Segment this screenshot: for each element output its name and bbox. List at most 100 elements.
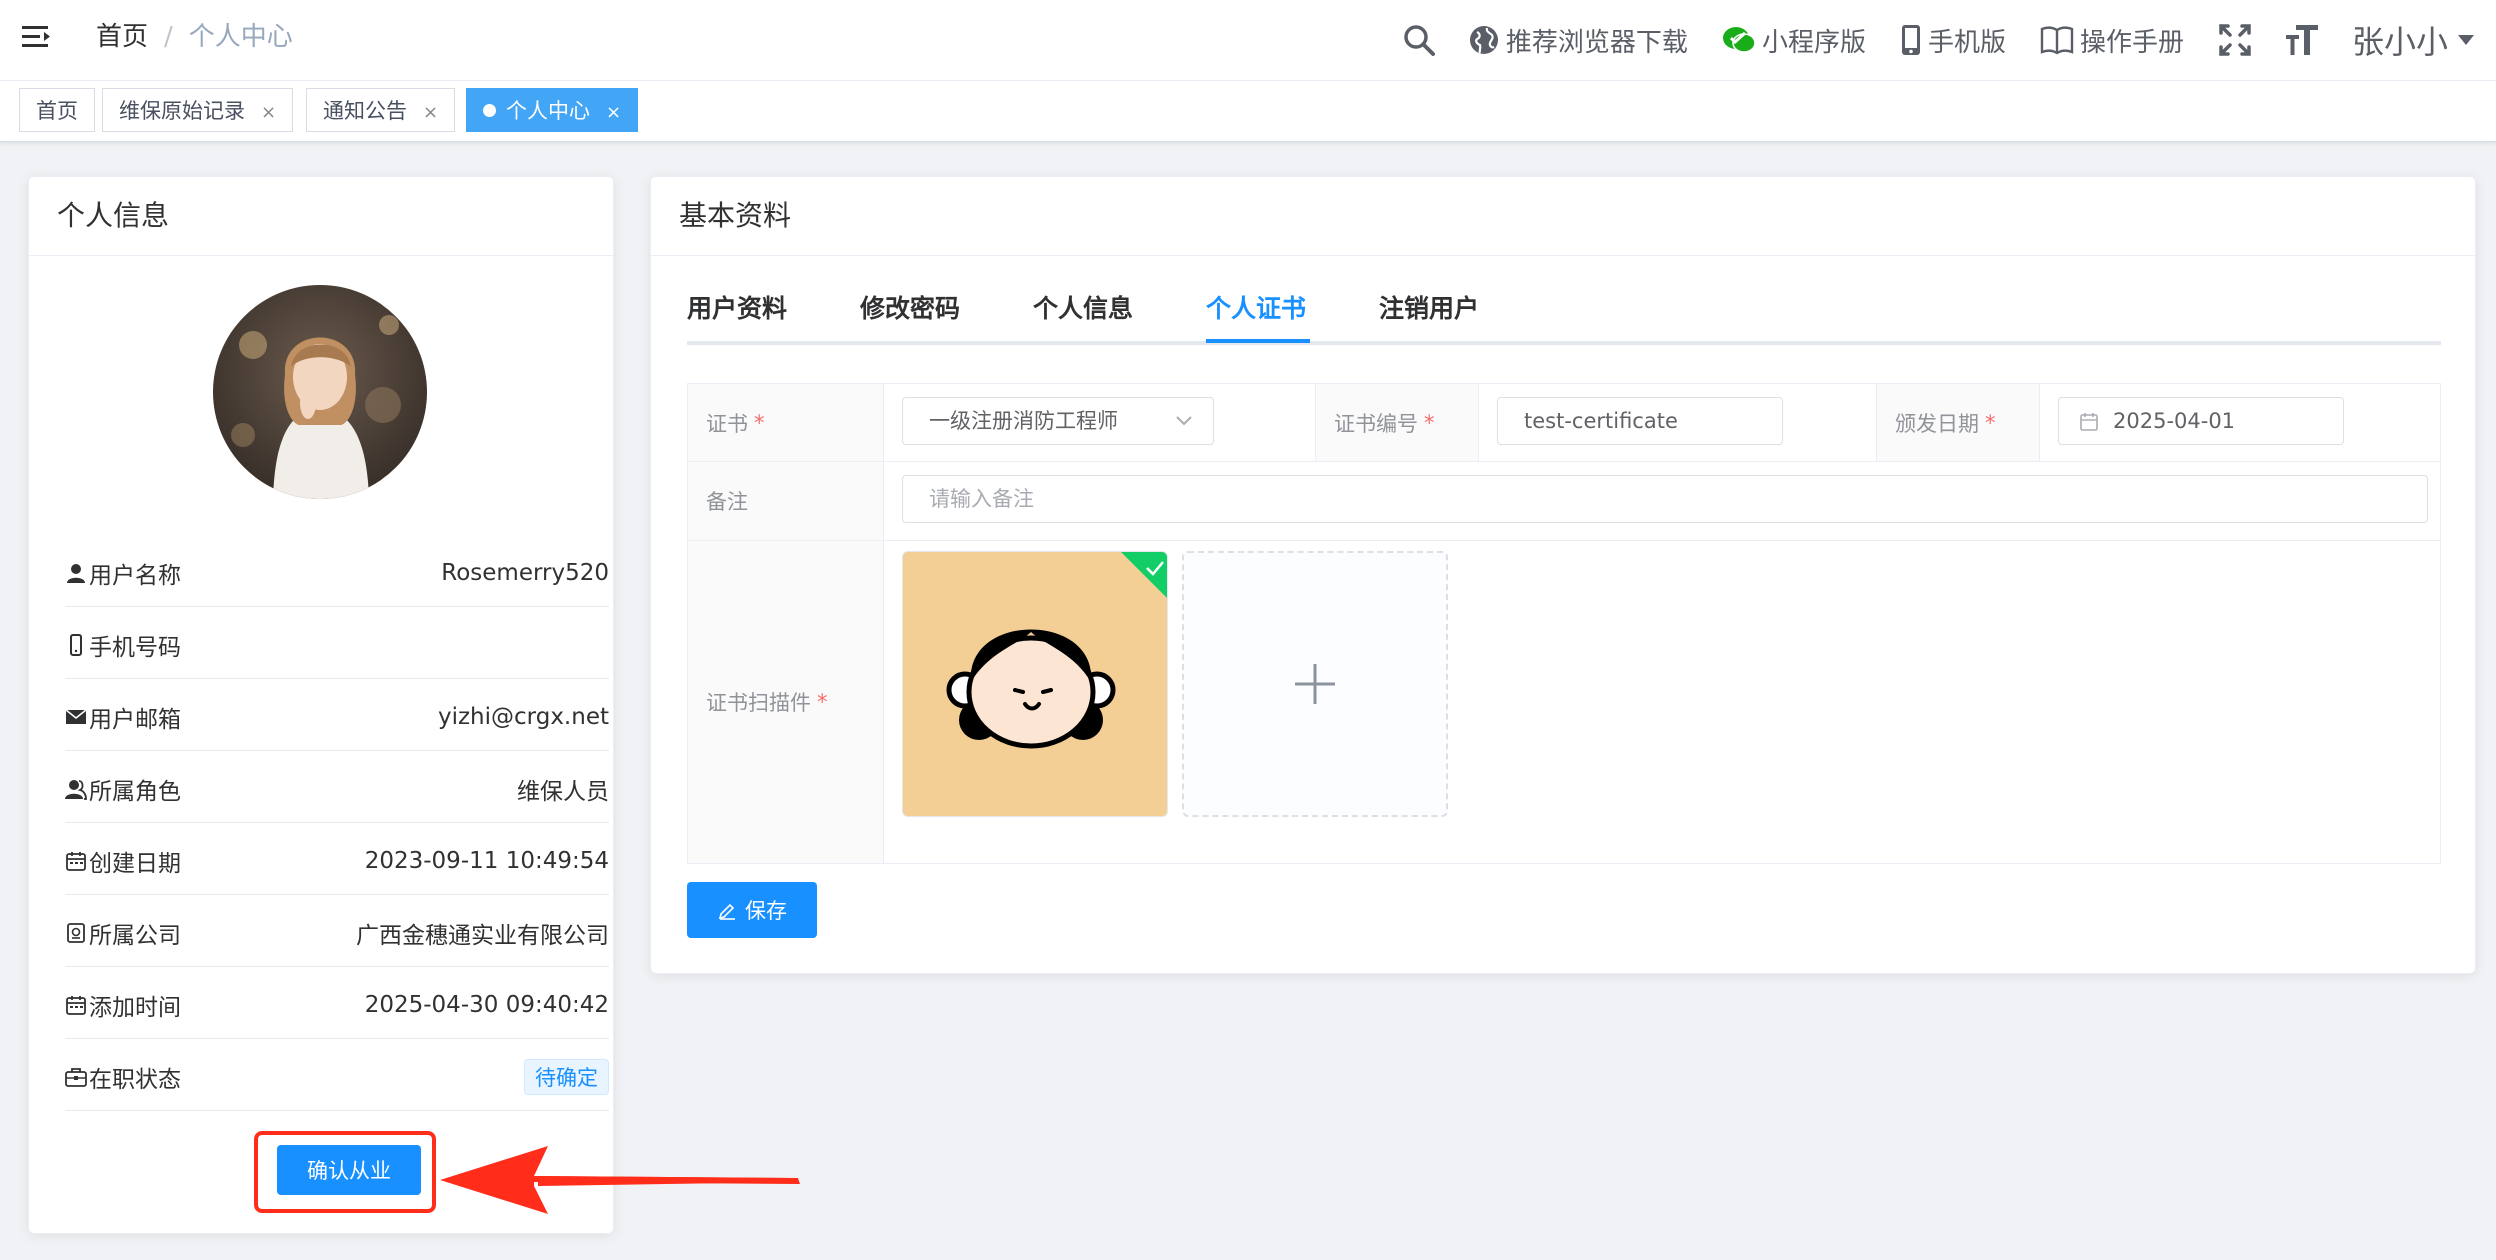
tab-user-profile[interactable]: 用户资料 [687,287,787,341]
tag-label: 维保原始记录 [119,99,245,123]
required-mark: * [754,410,765,435]
info-label-text: 所属公司 [89,922,181,949]
info-row-added: 添加时间 2025-04-30 09:40:42 [65,967,609,1039]
tag-home[interactable]: 首页 [19,88,95,132]
info-label-text: 用户名称 [89,562,181,589]
chevron-down-icon[interactable] [2458,35,2474,45]
info-label-status: 在职状态 [65,1060,181,1094]
tab-cancel-account[interactable]: 注销用户 [1379,287,1479,341]
info-label-text: 创建日期 [89,850,181,877]
upload-add-button[interactable] [1182,551,1448,817]
info-value-added: 2025-04-30 09:40:42 [364,991,609,1018]
close-icon[interactable]: × [606,102,621,123]
info-row-phone: 手机号码 [65,607,609,679]
info-label-role: 所属角色 [65,772,181,806]
certificate-scan-thumbnail[interactable] [902,551,1168,817]
info-label-text: 在职状态 [89,1066,181,1093]
plus-icon [1295,664,1335,704]
user-icon [67,563,85,583]
breadcrumb-current: 个人中心 [188,22,293,52]
tags-view: 首页 维保原始记录 × 通知公告 × 个人中心 × [0,81,2496,142]
cert-no-value: test-certificate [1524,409,1678,433]
info-label-text: 用户邮箱 [89,706,181,733]
info-label-added: 添加时间 [65,988,181,1022]
info-label-username: 用户名称 [65,556,181,590]
save-button[interactable]: 保存 [687,882,817,938]
calendar-icon [66,995,86,1015]
browser-download-link[interactable]: 推荐浏览器下载 [1468,22,1688,59]
basic-info-tabs: 用户资料 修改密码 个人信息 个人证书 注销用户 [687,287,2441,345]
breadcrumb-home[interactable]: 首页 [96,22,148,52]
info-value-email: yizhi@crgx.net [437,703,609,730]
annotation-arrow-icon [440,1146,800,1214]
save-button-label: 保存 [745,899,787,923]
remark-label-text: 备注 [706,490,748,514]
calendar-icon [66,851,86,871]
remark-input[interactable]: 请输入备注 [902,475,2428,523]
tab-change-password[interactable]: 修改密码 [860,287,960,341]
confirm-employment-button[interactable]: 确认从业 [277,1145,421,1195]
tab-personal-certificate[interactable]: 个人证书 [1206,287,1306,341]
mobile-version-link[interactable]: 手机版 [1900,22,2006,59]
issue-date-picker[interactable]: 2025-04-01 [2058,397,2344,445]
tag-label: 通知公告 [323,99,407,123]
form-row-remark: 备注 请输入备注 [688,462,2440,541]
calendar-icon [2080,413,2098,431]
tag-maintenance-records[interactable]: 维保原始记录 × [102,88,294,132]
certificate-select[interactable]: 一级注册消防工程师 [902,397,1214,445]
search-icon[interactable] [1402,23,1436,57]
fullscreen-icon[interactable] [2218,23,2252,57]
info-row-status: 在职状态 待确定 [65,1039,609,1111]
certificate-select-value: 一级注册消防工程师 [929,409,1118,433]
browser-download-label: 推荐浏览器下载 [1505,27,1688,58]
info-value-username: Rosemerry520 [441,559,609,586]
cert-no-label-text: 证书编号 [1334,411,1418,436]
info-label-company: 所属公司 [65,916,181,950]
breadcrumb: 首页 / 个人中心 [96,18,293,56]
profile-card: 个人信息 用户名称 Rosemerry520 手机号码 用户邮箱 yizhi@c… [28,176,614,1234]
briefcase-icon [65,1067,87,1087]
close-icon[interactable]: × [261,102,276,123]
info-row-username: 用户名称 Rosemerry520 [65,535,609,607]
navbar-right: 推荐浏览器下载 小程序版 手机版 操作手册 张小小 [1402,0,2496,80]
active-tab-indicator [1206,339,1310,343]
manual-label: 操作手册 [2079,27,2184,58]
profile-info-list: 用户名称 Rosemerry520 手机号码 用户邮箱 yizhi@crgx.n… [65,535,609,1111]
tab-personal-info[interactable]: 个人信息 [1033,287,1133,341]
required-mark: * [1985,410,1996,435]
info-label-text: 添加时间 [89,994,181,1021]
scan-label: 证书扫描件 * [688,541,884,863]
certificate-label-text: 证书 [706,411,748,436]
mini-program-link[interactable]: 小程序版 [1722,22,1866,59]
active-dot-icon [483,103,496,117]
info-value-role: 维保人员 [517,778,609,805]
tag-personal-center[interactable]: 个人中心 × [466,88,639,132]
certificate-form: 证书 * 一级注册消防工程师 证书编号 * test-certificate 颁发日… [687,383,2441,864]
info-row-company: 所属公司 广西金穗通实业有限公司 [65,895,609,967]
tag-label: 首页 [36,99,78,123]
tag-notices[interactable]: 通知公告 × [306,88,456,132]
issue-date-value: 2025-04-01 [2113,409,2236,433]
cert-no-input[interactable]: test-certificate [1497,397,1783,445]
mobile-icon [1901,25,1920,55]
issue-date-label-text: 颁发日期 [1895,411,1979,436]
certificate-label: 证书 * [688,384,884,461]
role-icon [65,779,87,800]
book-icon [2040,26,2074,55]
status-badge: 待确定 [524,1058,609,1095]
info-row-created: 创建日期 2023-09-11 10:49:54 [65,823,609,895]
avatar[interactable] [213,285,427,499]
hamburger-icon[interactable] [20,20,54,54]
info-row-email: 用户邮箱 yizhi@crgx.net [65,679,609,751]
info-label-text: 所属角色 [89,778,181,805]
navbar: 首页 / 个人中心 推荐浏览器下载 小程序版 手机版 操作手册 张小小 [0,0,2496,81]
info-value-created: 2023-09-11 10:49:54 [364,847,609,874]
remark-label: 备注 [688,462,884,540]
issue-date-label: 颁发日期 * [1876,384,2040,461]
breadcrumb-separator: / [164,22,173,52]
close-icon[interactable]: × [423,102,438,123]
user-name[interactable]: 张小小 [2352,17,2448,63]
font-size-icon[interactable] [2284,23,2320,57]
scan-label-text: 证书扫描件 [706,691,811,715]
manual-link[interactable]: 操作手册 [2040,22,2184,59]
